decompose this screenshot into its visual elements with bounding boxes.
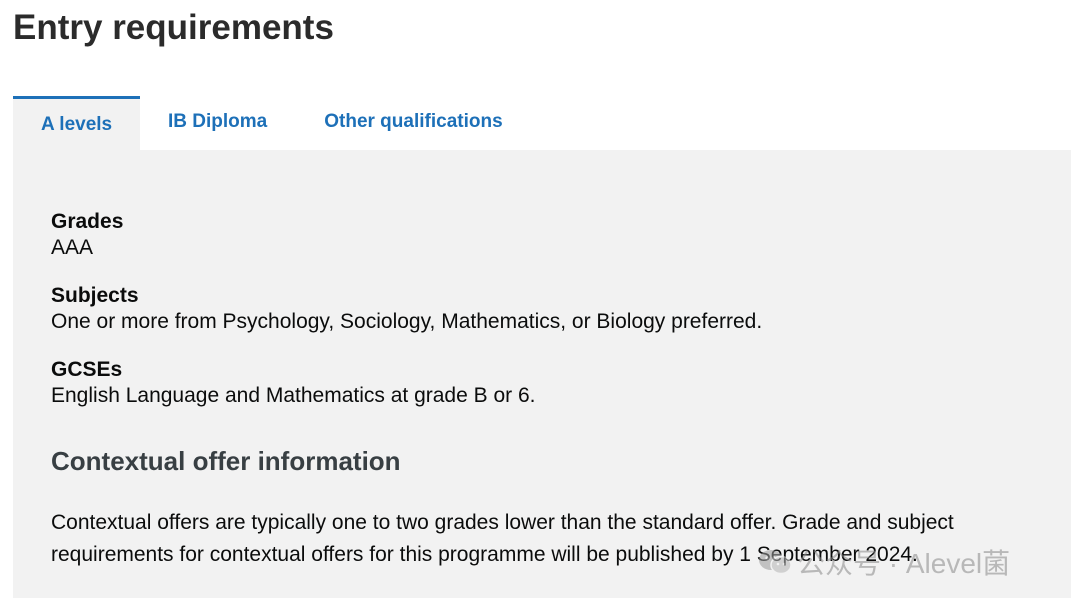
tab-panel-a-levels: Grades AAA Subjects One or more from Psy… bbox=[13, 150, 1071, 598]
subjects-label: Subjects bbox=[51, 284, 139, 307]
tab-other-qualifications-label: Other qualifications bbox=[324, 111, 503, 132]
tab-a-levels-label: A levels bbox=[41, 114, 113, 135]
tab-other-qualifications[interactable]: Other qualifications bbox=[324, 96, 502, 150]
qualification-tabs: A levels IB Diploma Other qualifications bbox=[13, 96, 503, 150]
gcses-label: GCSEs bbox=[51, 358, 123, 381]
gcses-value: English Language and Mathematics at grad… bbox=[51, 384, 536, 407]
page-title: Entry requirements bbox=[13, 8, 334, 47]
tab-ib-diploma-label: IB Diploma bbox=[168, 111, 268, 132]
tab-a-levels[interactable]: A levels bbox=[13, 96, 140, 150]
grades-value: AAA bbox=[51, 236, 94, 259]
tab-ib-diploma[interactable]: IB Diploma bbox=[168, 96, 267, 150]
subjects-value: One or more from Psychology, Sociology, … bbox=[51, 310, 763, 333]
contextual-offer-text: Contextual offers are typically one to t… bbox=[51, 511, 954, 566]
grades-label: Grades bbox=[51, 210, 124, 233]
contextual-offer-heading: Contextual offer information bbox=[51, 446, 401, 476]
requirements-list: Grades AAA Subjects One or more from Psy… bbox=[51, 209, 1051, 409]
